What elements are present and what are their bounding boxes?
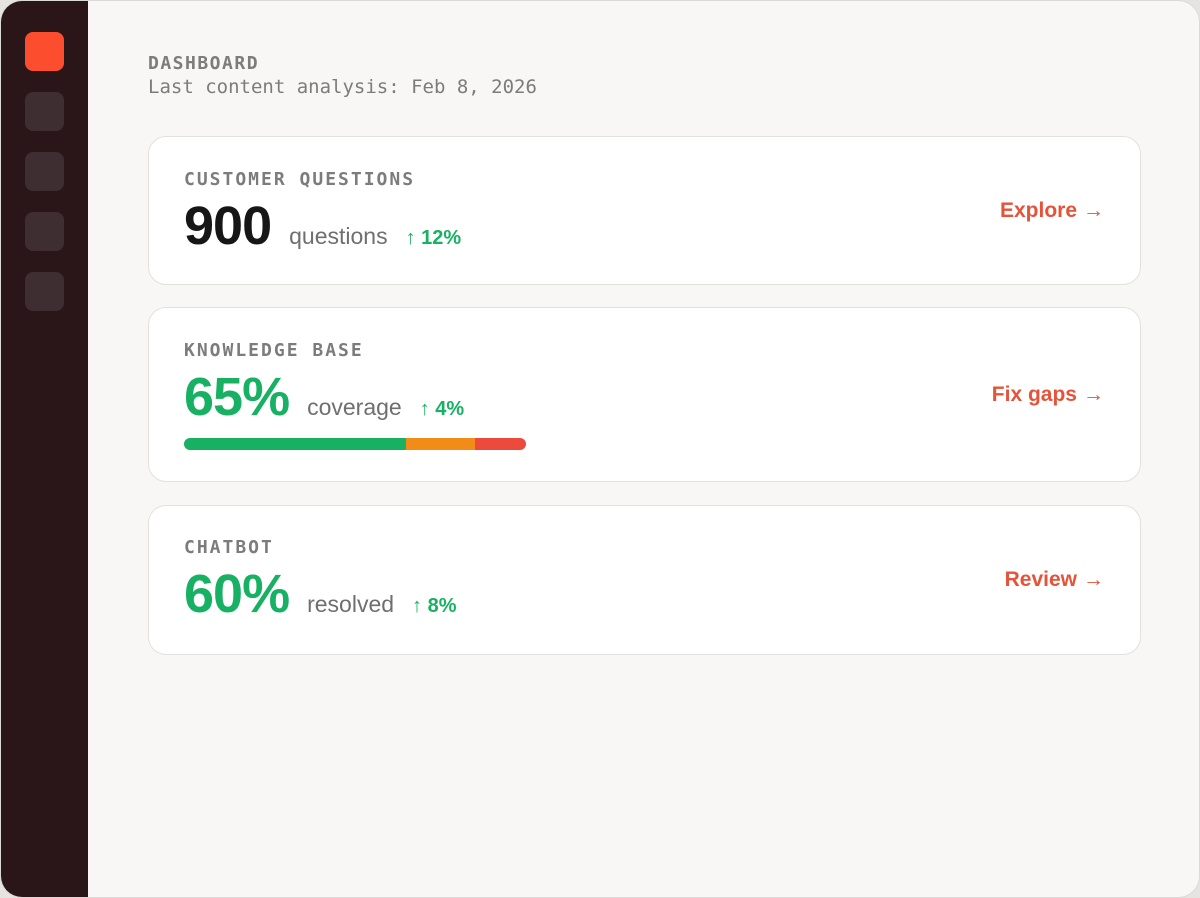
review-link[interactable]: Review → <box>1005 568 1104 592</box>
explore-link[interactable]: Explore → <box>1000 199 1104 223</box>
card-label: KNOWLEDGE BASE <box>184 340 364 361</box>
metric-row: 900 questions ↑ 12% <box>184 199 461 253</box>
arrow-right-icon: → <box>1083 383 1104 406</box>
page-title: DASHBOARD <box>148 53 260 74</box>
action-label: Review <box>1004 568 1077 591</box>
metric-delta: ↑ 4% <box>419 398 465 420</box>
app-window: DASHBOARD Last content analysis: Feb 8, … <box>0 0 1200 898</box>
coverage-progress-bar <box>184 438 526 450</box>
fix-gaps-link[interactable]: Fix gaps → <box>992 383 1104 407</box>
metric-unit: resolved <box>307 591 395 617</box>
metric-value: 65% <box>184 367 290 427</box>
page-subtitle: Last content analysis: Feb 8, 2026 <box>148 76 537 98</box>
action-label: Fix gaps <box>991 383 1077 406</box>
knowledge-base-card: KNOWLEDGE BASE 65% coverage ↑ 4% Fix gap… <box>148 307 1141 482</box>
customer-questions-card: CUSTOMER QUESTIONS 900 questions ↑ 12% E… <box>148 136 1141 285</box>
metric-row: 60% resolved ↑ 8% <box>184 567 457 621</box>
sidebar-item-4[interactable] <box>25 212 64 251</box>
metric-unit: questions <box>289 223 388 249</box>
metric-unit: coverage <box>307 394 402 420</box>
coverage-segment-covered <box>184 438 407 450</box>
card-label: CUSTOMER QUESTIONS <box>184 169 416 190</box>
coverage-segment-missing <box>474 438 526 450</box>
arrow-right-icon: → <box>1083 568 1104 591</box>
chatbot-card: CHATBOT 60% resolved ↑ 8% Review → <box>148 505 1141 655</box>
card-label: CHATBOT <box>184 537 274 558</box>
sidebar <box>1 1 88 897</box>
action-label: Explore <box>999 199 1077 222</box>
sidebar-item-3[interactable] <box>25 152 64 191</box>
sidebar-item-2[interactable] <box>25 92 64 131</box>
sidebar-item-active[interactable] <box>25 32 64 71</box>
arrow-right-icon: → <box>1083 199 1104 222</box>
metric-delta: ↑ 8% <box>412 595 457 617</box>
metric-row: 65% coverage ↑ 4% <box>184 370 464 424</box>
sidebar-item-5[interactable] <box>25 272 64 311</box>
main-content: DASHBOARD Last content analysis: Feb 8, … <box>148 1 1199 897</box>
metric-delta: ↑ 12% <box>405 227 462 249</box>
coverage-segment-partial <box>406 438 475 450</box>
metric-value: 60% <box>184 564 290 624</box>
metric-value: 900 <box>184 196 272 256</box>
